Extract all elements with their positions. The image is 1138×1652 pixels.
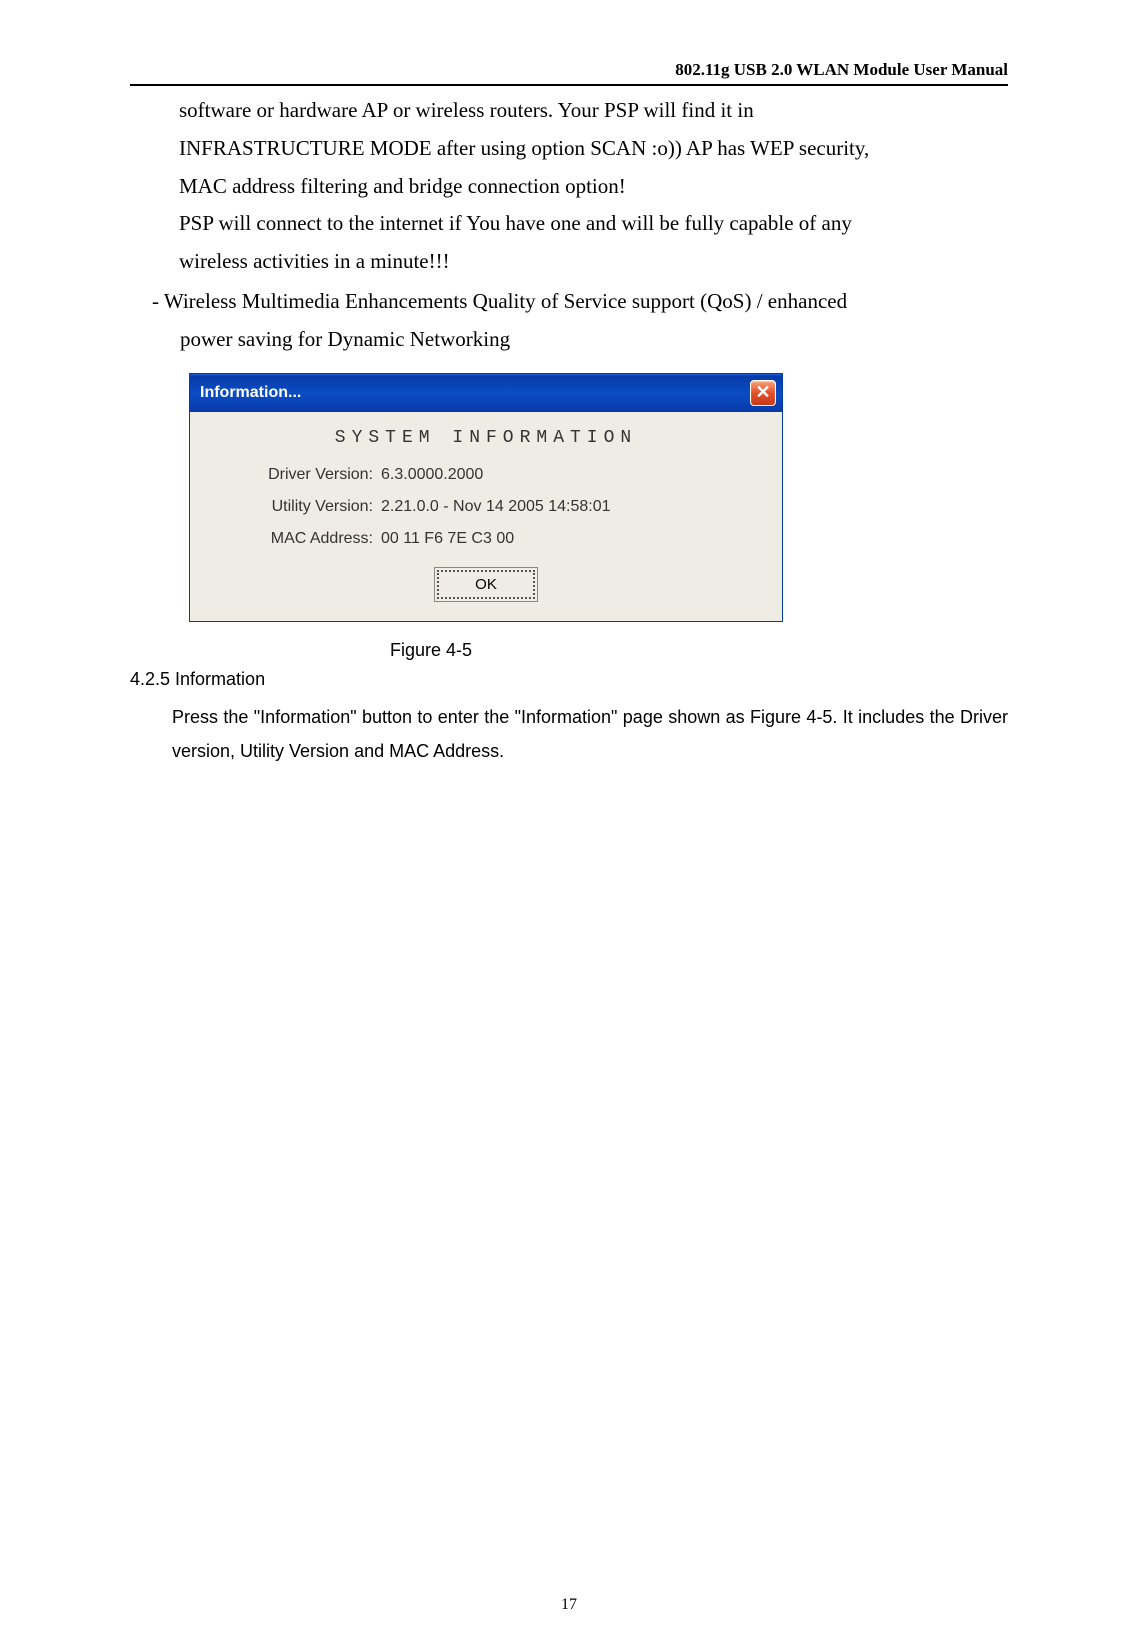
page-number: 17: [0, 1596, 1138, 1614]
dialog-title: Information...: [200, 384, 301, 402]
label-utility-version: Utility Version:: [226, 498, 381, 516]
paragraph-line-5: wireless activities in a minute!!!: [130, 243, 1008, 281]
ok-row: OK: [226, 570, 746, 599]
info-row-driver: Driver Version: 6.3.0000.2000: [226, 466, 746, 484]
paragraph-line-4: PSP will connect to the internet if You …: [130, 205, 1008, 243]
value-mac-address: 00 11 F6 7E C3 00: [381, 530, 746, 548]
close-button[interactable]: ✕: [750, 380, 776, 406]
section-heading: 4.2.5 Information: [130, 669, 1008, 690]
information-dialog: Information... ✕ SYSTEM INFORMATION Driv…: [189, 373, 783, 622]
figure-caption: Figure 4-5: [390, 640, 1008, 661]
paragraph-line-2: INFRASTRUCTURE MODE after using option S…: [130, 130, 1008, 168]
bullet-wme-1: - Wireless Multimedia Enhancements Quali…: [130, 283, 1008, 321]
section-body: Press the "Information" button to enter …: [130, 700, 1008, 768]
ok-button[interactable]: OK: [437, 570, 535, 599]
bullet-wme-2: power saving for Dynamic Networking: [130, 321, 1008, 359]
header-divider: [130, 84, 1008, 86]
label-driver-version: Driver Version:: [226, 466, 381, 484]
header-title: 802.11g USB 2.0 WLAN Module User Manual: [130, 60, 1008, 80]
dialog-titlebar: Information... ✕: [190, 374, 782, 412]
value-utility-version: 2.21.0.0 - Nov 14 2005 14:58:01: [381, 498, 746, 516]
dialog-heading: SYSTEM INFORMATION: [226, 428, 746, 448]
info-row-mac: MAC Address: 00 11 F6 7E C3 00: [226, 530, 746, 548]
info-row-utility: Utility Version: 2.21.0.0 - Nov 14 2005 …: [226, 498, 746, 516]
paragraph-line-1: software or hardware AP or wireless rout…: [130, 92, 1008, 130]
label-mac-address: MAC Address:: [226, 530, 381, 548]
value-driver-version: 6.3.0000.2000: [381, 466, 746, 484]
close-icon: ✕: [755, 382, 770, 403]
paragraph-line-3: MAC address filtering and bridge connect…: [130, 168, 1008, 206]
dialog-body: SYSTEM INFORMATION Driver Version: 6.3.0…: [190, 412, 782, 621]
